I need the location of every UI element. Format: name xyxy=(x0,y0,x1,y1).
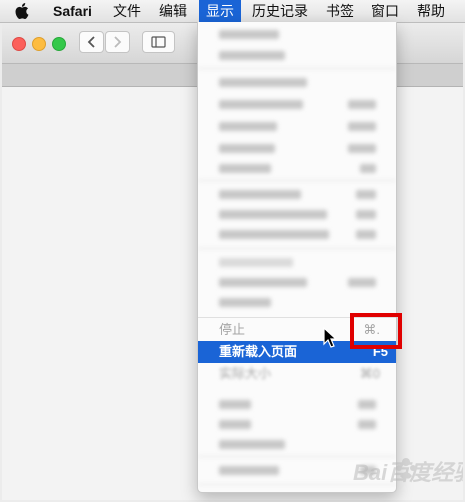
shortcut-callout xyxy=(350,313,402,349)
stop-label: 停止 xyxy=(219,322,246,337)
forward-button[interactable] xyxy=(105,31,130,53)
apple-icon[interactable] xyxy=(15,3,29,19)
watermark: Bai百度经验 xyxy=(349,450,465,490)
actual-size-shortcut: ⌘0 xyxy=(359,366,380,381)
view-menu: 停止 ⌘. 重新载入页面 F5 实际大小 ⌘0 xyxy=(197,22,397,493)
menu-bar: Safari 文件 编辑 显示 历史记录 书签 窗口 帮助 xyxy=(0,0,465,23)
sidebar-icon xyxy=(151,36,166,48)
back-button[interactable] xyxy=(79,31,104,53)
chevron-right-icon xyxy=(114,36,122,48)
mouse-pointer-icon xyxy=(323,327,338,348)
menu-bookmarks[interactable]: 书签 xyxy=(321,0,359,22)
menu-help[interactable]: 帮助 xyxy=(412,0,450,22)
actual-size-label: 实际大小 xyxy=(219,366,272,381)
menu-safari[interactable]: Safari xyxy=(48,0,97,22)
menu-view[interactable]: 显示 xyxy=(199,0,241,22)
menu-file[interactable]: 文件 xyxy=(108,0,146,22)
minimize-window-button[interactable] xyxy=(32,37,46,51)
chevron-left-icon xyxy=(87,36,95,48)
zoom-window-button[interactable] xyxy=(52,37,66,51)
watermark-text: Bai百度经验 xyxy=(353,460,463,485)
menu-history[interactable]: 历史记录 xyxy=(247,0,313,22)
show-sidebar-button[interactable] xyxy=(142,31,175,53)
menu-item-actual-size: 实际大小 ⌘0 xyxy=(198,363,396,385)
menu-window[interactable]: 窗口 xyxy=(366,0,404,22)
menu-edit[interactable]: 编辑 xyxy=(154,0,192,22)
close-window-button[interactable] xyxy=(12,37,26,51)
reload-label: 重新载入页面 xyxy=(219,344,298,359)
blurred-menu-items xyxy=(198,22,396,492)
